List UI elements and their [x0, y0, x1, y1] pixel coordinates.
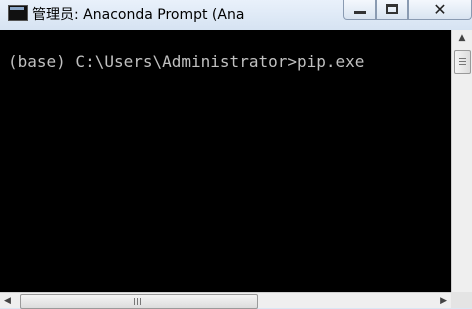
minimize-icon — [354, 11, 366, 14]
grip-line — [459, 58, 466, 59]
scroll-left-arrow-icon[interactable]: ◀ — [4, 293, 18, 309]
maximize-button[interactable] — [376, 0, 408, 20]
grip-line — [459, 61, 466, 62]
scroll-right-arrow-icon[interactable]: ▶ — [433, 293, 447, 309]
close-button[interactable]: ✕ — [408, 0, 472, 20]
command-line[interactable]: (base) C:\Users\Administrator>pip.exe — [8, 52, 364, 71]
title-bar[interactable]: 管理员: Anaconda Prompt (Ana ✕ — [0, 0, 472, 30]
grip-line — [134, 298, 135, 305]
scroll-up-arrow-icon[interactable]: ▲ — [452, 30, 472, 47]
vertical-scrollbar[interactable]: ▲ — [451, 30, 472, 292]
horizontal-scrollbar[interactable]: ◀ ▶ — [0, 292, 451, 309]
console-window-icon[interactable] — [8, 5, 28, 21]
minimize-button[interactable] — [343, 0, 376, 20]
console-output[interactable]: (base) C:\Users\Administrator>pip.exe — [0, 30, 451, 292]
window-title: 管理员: Anaconda Prompt (Ana — [32, 7, 245, 23]
grip-line — [137, 298, 138, 305]
scrollbar-corner — [451, 292, 472, 308]
grip-line — [459, 64, 466, 65]
vertical-scroll-thumb[interactable] — [454, 50, 471, 74]
horizontal-scroll-thumb[interactable] — [20, 294, 258, 309]
close-icon: ✕ — [433, 0, 447, 19]
maximize-icon — [386, 4, 398, 14]
grip-line — [140, 298, 141, 305]
